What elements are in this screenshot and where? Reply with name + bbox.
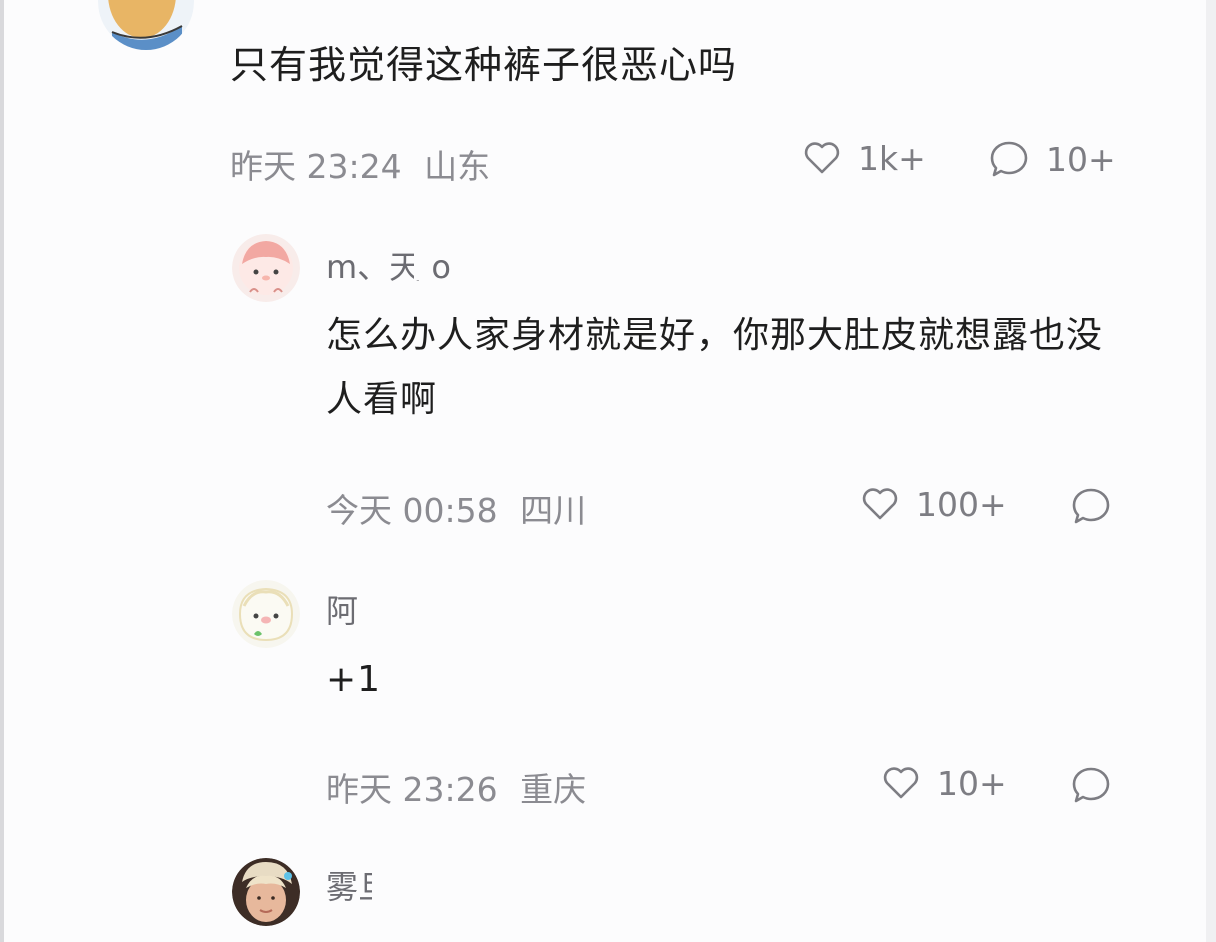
reply-meta: 昨天 23:26 重庆 <box>326 763 586 811</box>
right-scrollbar-track[interactable] <box>1206 0 1216 942</box>
reply-username[interactable]: m、天 o <box>326 242 451 288</box>
reply-like-button[interactable]: 10+ <box>881 763 1007 803</box>
speech-bubble-icon <box>1070 485 1112 527</box>
post-location: 山东 <box>424 147 491 186</box>
reply-avatar[interactable] <box>232 234 300 302</box>
username-mosaic <box>372 864 402 900</box>
post-comment-count: 10+ <box>1046 139 1116 179</box>
reply-meta: 今天 00:58 四川 <box>326 484 586 532</box>
reply-avatar[interactable] <box>232 580 300 648</box>
post-like-count: 1k+ <box>858 138 926 178</box>
reply-comment-button[interactable] <box>1070 485 1112 527</box>
heart-outline-icon <box>802 138 842 178</box>
reply-text: +1 <box>326 659 382 700</box>
post-meta: 昨天 23:24 山东 <box>230 140 490 188</box>
post-text: 只有我觉得这种裤子很恶心吗 <box>230 43 738 87</box>
reply-like-count: 100+ <box>916 484 1007 524</box>
left-divider <box>0 0 4 942</box>
reply-time: 今天 00:58 <box>326 491 498 530</box>
speech-bubble-icon <box>988 138 1030 180</box>
reply-like-count: 10+ <box>937 763 1007 803</box>
reply-avatar[interactable] <box>232 858 300 926</box>
username-mosaic <box>414 244 432 280</box>
heart-outline-icon <box>860 484 900 524</box>
post-time: 昨天 23:24 <box>230 147 402 186</box>
reply-location: 重庆 <box>520 770 587 809</box>
reply-username[interactable]: 阿 <box>326 586 358 632</box>
reply-comment-button[interactable] <box>1070 764 1112 806</box>
comment-thread: 只有我觉得这种裤子很恶心吗 昨天 23:24 山东 1k+ 10+ m、天 o … <box>0 0 1216 942</box>
post-comment-button[interactable]: 10+ <box>988 138 1116 180</box>
speech-bubble-icon <box>1070 764 1112 806</box>
reply-text: 怎么办人家身材就是好，你那大肚皮就想露也没人看啊 <box>326 315 1104 420</box>
reply-like-button[interactable]: 100+ <box>860 484 1007 524</box>
reply-time: 昨天 23:26 <box>326 770 498 809</box>
reply-location: 四川 <box>520 491 587 530</box>
poster-avatar[interactable] <box>98 0 194 50</box>
post-like-button[interactable]: 1k+ <box>802 138 926 178</box>
heart-outline-icon <box>881 763 921 803</box>
